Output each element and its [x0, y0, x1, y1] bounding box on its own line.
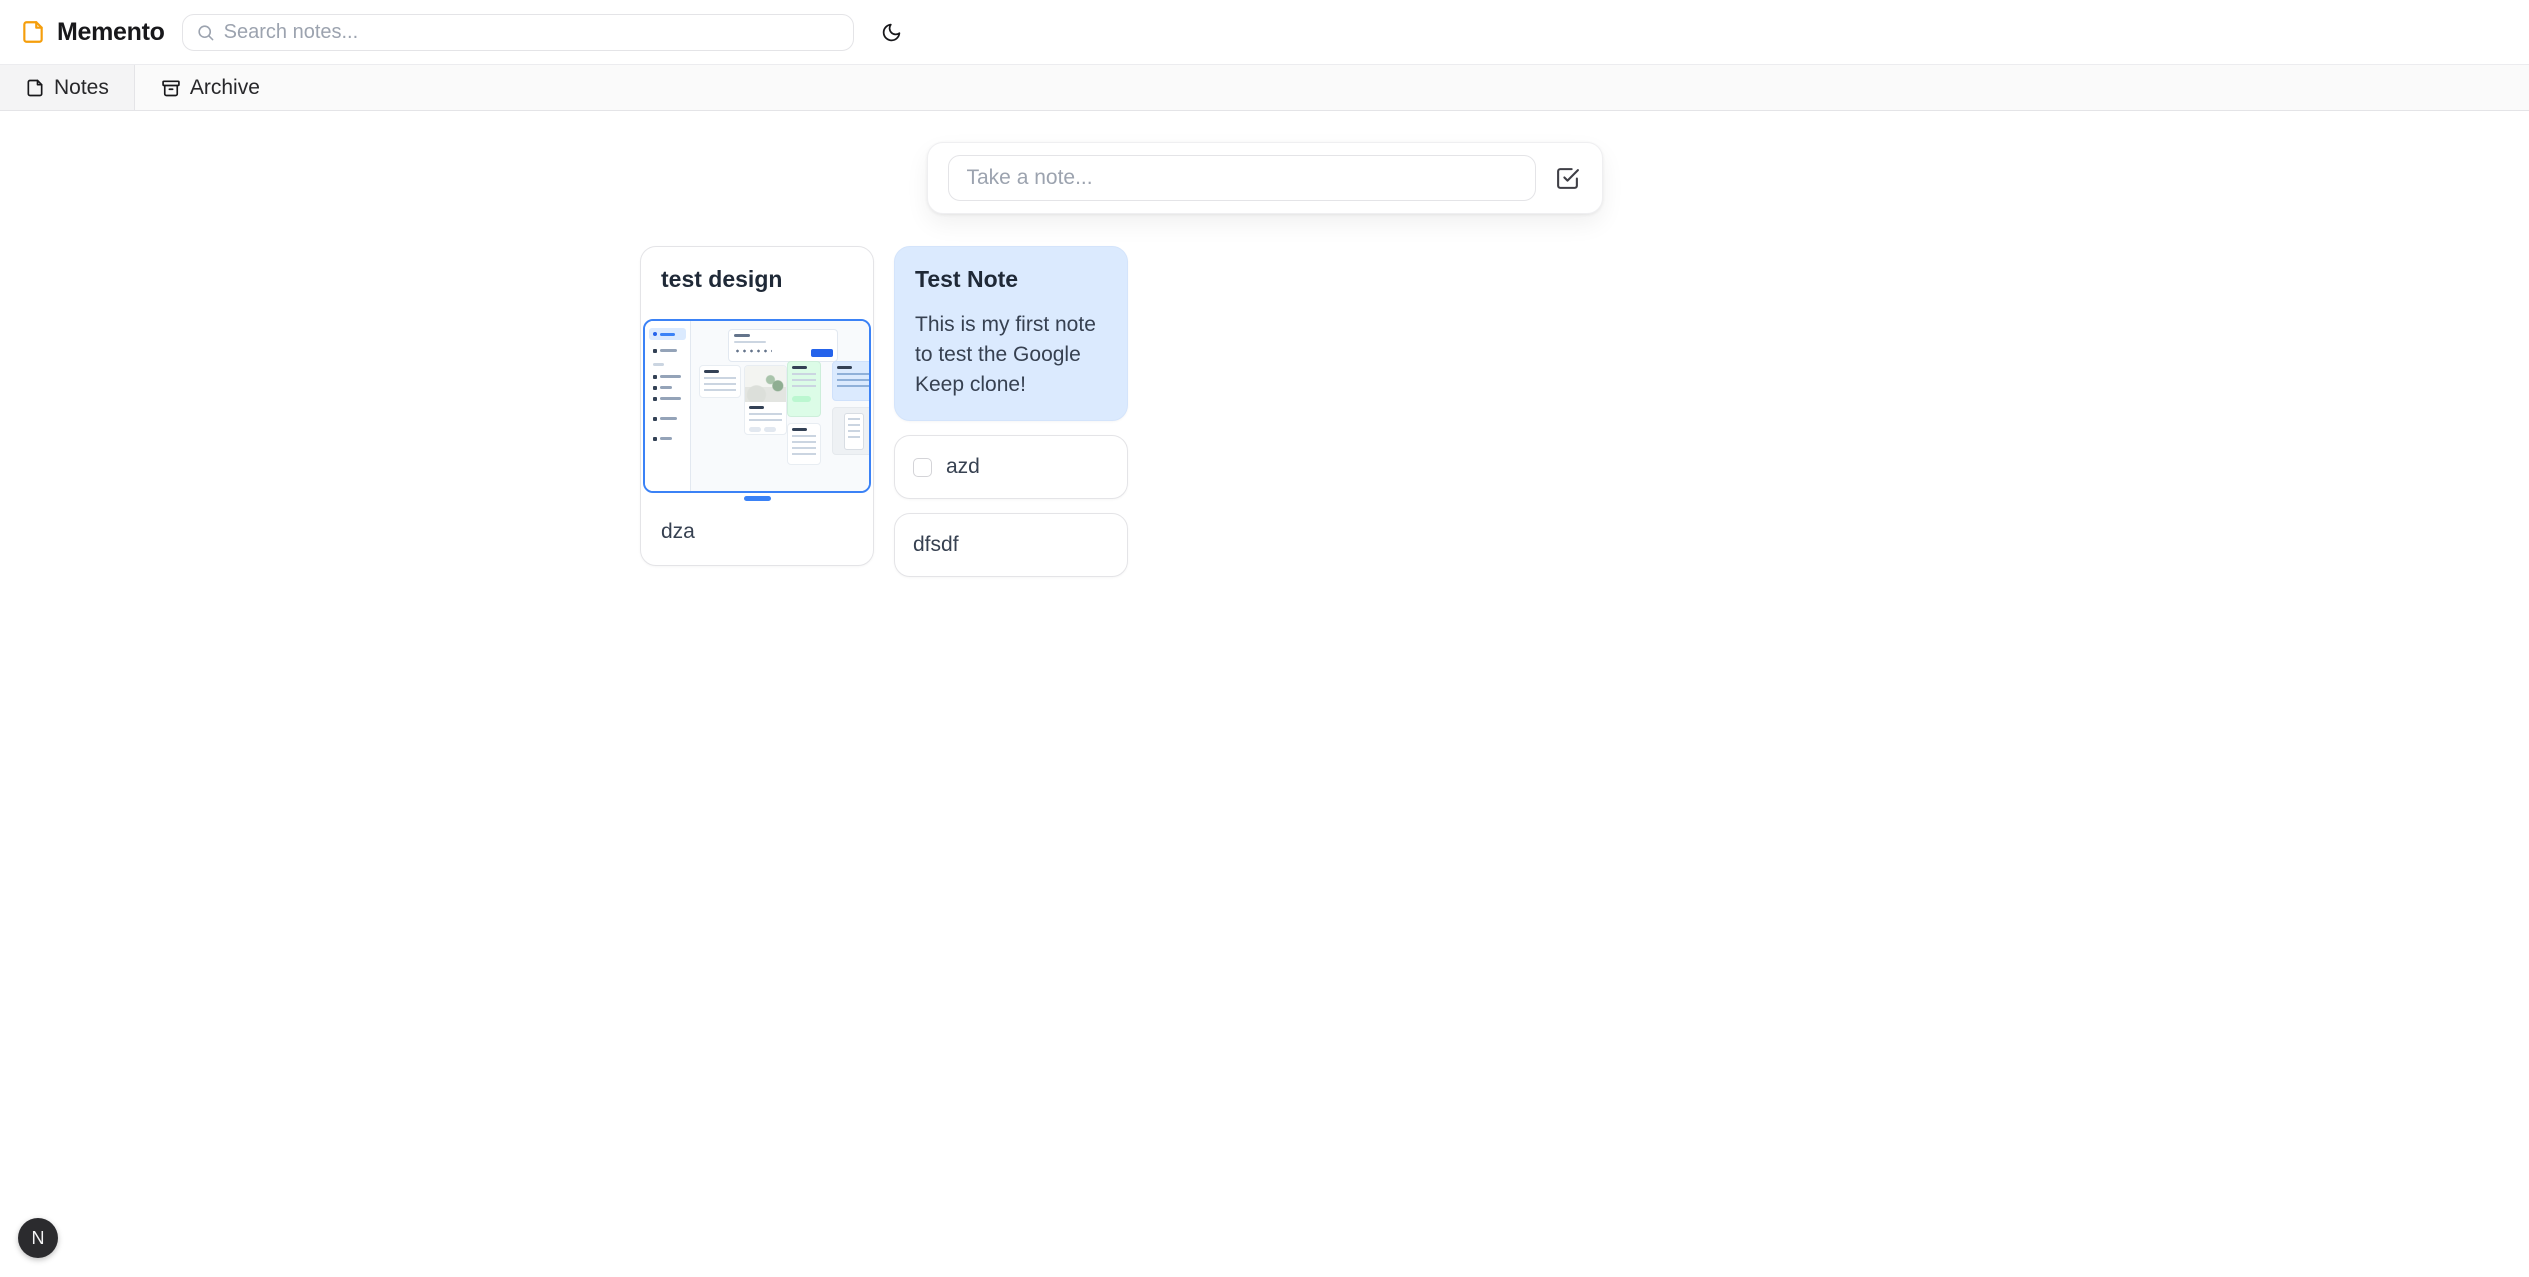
mini-chips: [749, 427, 782, 432]
mini-green-pill: [792, 396, 811, 402]
note-image-thumbnail: [643, 319, 871, 493]
mini-button: [811, 349, 833, 357]
mini-text-lines: [792, 373, 816, 391]
mini-sidebar: [645, 321, 691, 491]
tab-strip: Notes Archive: [0, 65, 2529, 111]
mini-sidebar-item: [649, 345, 686, 356]
mini-main-area: [691, 321, 869, 491]
checklist-checkbox[interactable]: [913, 458, 932, 477]
mini-chip: [764, 427, 776, 432]
notes-grid: test design: [640, 246, 1889, 577]
app-header: Memento: [0, 0, 2529, 65]
file-icon: [25, 78, 45, 98]
masonry-column-1: test design: [640, 246, 874, 566]
mini-bar: [734, 341, 766, 343]
note-body: dza: [641, 501, 873, 565]
search-input[interactable]: [224, 21, 840, 44]
mini-sidebar-item: [649, 433, 686, 444]
mini-bar: [792, 366, 807, 369]
search-icon: [196, 23, 215, 42]
mini-note-card: [744, 365, 787, 435]
note-card-dfsdf[interactable]: dfsdf: [894, 513, 1128, 577]
note-title: Test Note: [895, 247, 1127, 293]
tab-notes[interactable]: Notes: [0, 65, 135, 110]
take-a-note-input[interactable]: [948, 155, 1536, 201]
mini-sidebar-active-item: [649, 328, 686, 340]
theme-toggle-button[interactable]: [873, 13, 911, 51]
app-title: Memento: [57, 18, 165, 47]
mini-chip: [749, 427, 761, 432]
mini-sidebar-spacer: [649, 424, 686, 433]
search-box[interactable]: [182, 14, 854, 51]
mini-note-card: [787, 423, 821, 465]
note-card-test-design[interactable]: test design: [640, 246, 874, 566]
note-card-test-note[interactable]: Test Note This is my first note to test …: [894, 246, 1128, 421]
mini-bar: [704, 370, 719, 373]
note-title: test design: [641, 247, 873, 293]
mini-photo: [745, 366, 786, 402]
note-logo-icon: [20, 19, 46, 45]
note-composer: [927, 142, 1603, 214]
note-card-azd[interactable]: azd: [894, 435, 1128, 499]
mini-card-body: [745, 402, 786, 435]
mini-bar: [792, 428, 807, 431]
mini-sidebar-item: [649, 371, 686, 382]
mini-sidebar-spacer: [649, 404, 686, 413]
tab-archive[interactable]: Archive: [135, 65, 286, 110]
mini-text-lines: [749, 413, 782, 423]
new-checklist-button[interactable]: [1548, 158, 1588, 198]
archive-icon: [161, 78, 181, 98]
mini-phone-mockup: [844, 413, 864, 450]
mini-bar: [837, 366, 852, 369]
mini-note-card-green: [787, 361, 821, 417]
user-avatar[interactable]: N: [18, 1218, 58, 1258]
moon-icon: [881, 22, 902, 43]
mini-note-card: [699, 365, 741, 398]
mini-toolbar-dots: [734, 349, 772, 353]
tab-notes-label: Notes: [54, 76, 109, 100]
mini-sidebar-section-label: [653, 363, 664, 366]
note-body: This is my first note to test the Google…: [895, 293, 1127, 420]
mini-text-lines: [837, 373, 869, 391]
mini-note-card-gray: [832, 407, 871, 455]
mini-sidebar-item: [649, 393, 686, 404]
mini-text-lines: [704, 377, 736, 395]
mini-text-lines: [792, 435, 816, 457]
mini-bar: [749, 406, 764, 409]
check-square-icon: [1555, 166, 1580, 191]
masonry-column-2: Test Note This is my first note to test …: [894, 246, 1128, 577]
mini-note-card-blue: [832, 361, 871, 401]
mini-sidebar-item: [649, 382, 686, 393]
mini-composer: [728, 329, 838, 362]
mini-bar: [734, 334, 750, 337]
tab-archive-label: Archive: [190, 76, 260, 100]
checklist-item-text: azd: [946, 455, 980, 479]
mini-text-lines: [848, 418, 860, 442]
mini-sidebar-item: [649, 413, 686, 424]
note-body: dfsdf: [913, 533, 959, 557]
